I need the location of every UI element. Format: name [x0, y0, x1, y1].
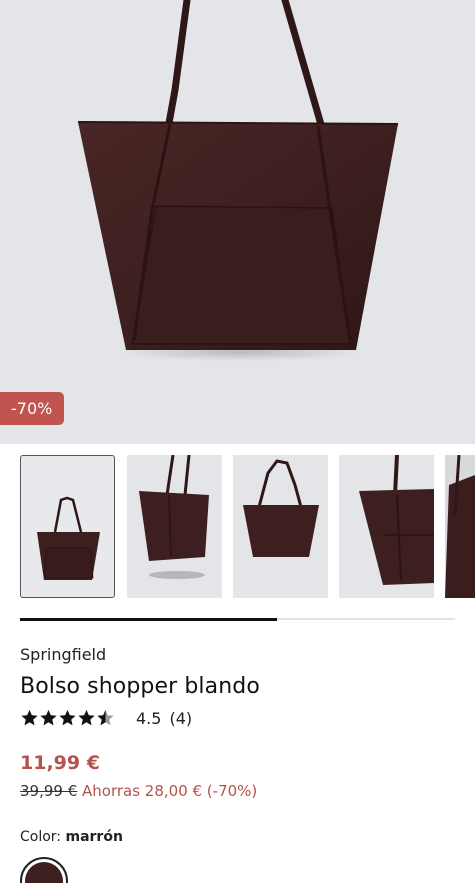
discount-badge: -70% [0, 392, 65, 425]
thumbnail-2[interactable] [127, 455, 222, 598]
thumbnail-bag-angle [139, 455, 209, 579]
original-price: 39,99 € [20, 782, 78, 800]
color-label: Color: [20, 829, 62, 845]
star-icon [59, 710, 76, 726]
thumbnail-bag-closeup [445, 455, 475, 598]
color-swatch-fill [25, 862, 63, 883]
thumbnail-bag-detail [359, 455, 434, 585]
thumbnail-3[interactable] [233, 455, 328, 598]
product-brand[interactable]: Springfield [20, 645, 106, 664]
color-value: marrón [65, 829, 123, 845]
gallery-scrollbar-thumb[interactable] [20, 618, 277, 621]
color-swatch-brown[interactable] [20, 857, 68, 883]
star-icon [78, 710, 95, 726]
half-star-icon [97, 710, 114, 726]
product-title: Bolso shopper blando [20, 674, 260, 699]
star-icon [21, 710, 38, 726]
thumbnail-gallery[interactable] [0, 455, 475, 599]
rating-value: 4.5 [136, 708, 162, 728]
product-main-image[interactable]: -70% [0, 0, 475, 444]
thumbnail-5[interactable] [445, 455, 475, 598]
product-rating[interactable]: 4.5 (4) [20, 707, 192, 729]
savings-text: Ahorras 28,00 € (-70%) [82, 782, 258, 800]
rating-count[interactable]: (4) [169, 709, 192, 728]
current-price: 11,99 € [20, 752, 100, 774]
thumbnail-bag-back [243, 459, 319, 557]
bag-illustration [77, 0, 399, 361]
color-selection-label: Color: marrón [20, 829, 123, 845]
thumbnail-4[interactable] [339, 455, 434, 598]
thumbnail-bag-front [37, 496, 100, 580]
thumbnail-1[interactable] [20, 455, 115, 598]
star-icon [40, 710, 57, 726]
gallery-scrollbar[interactable] [20, 618, 455, 621]
rating-stars [20, 709, 115, 727]
